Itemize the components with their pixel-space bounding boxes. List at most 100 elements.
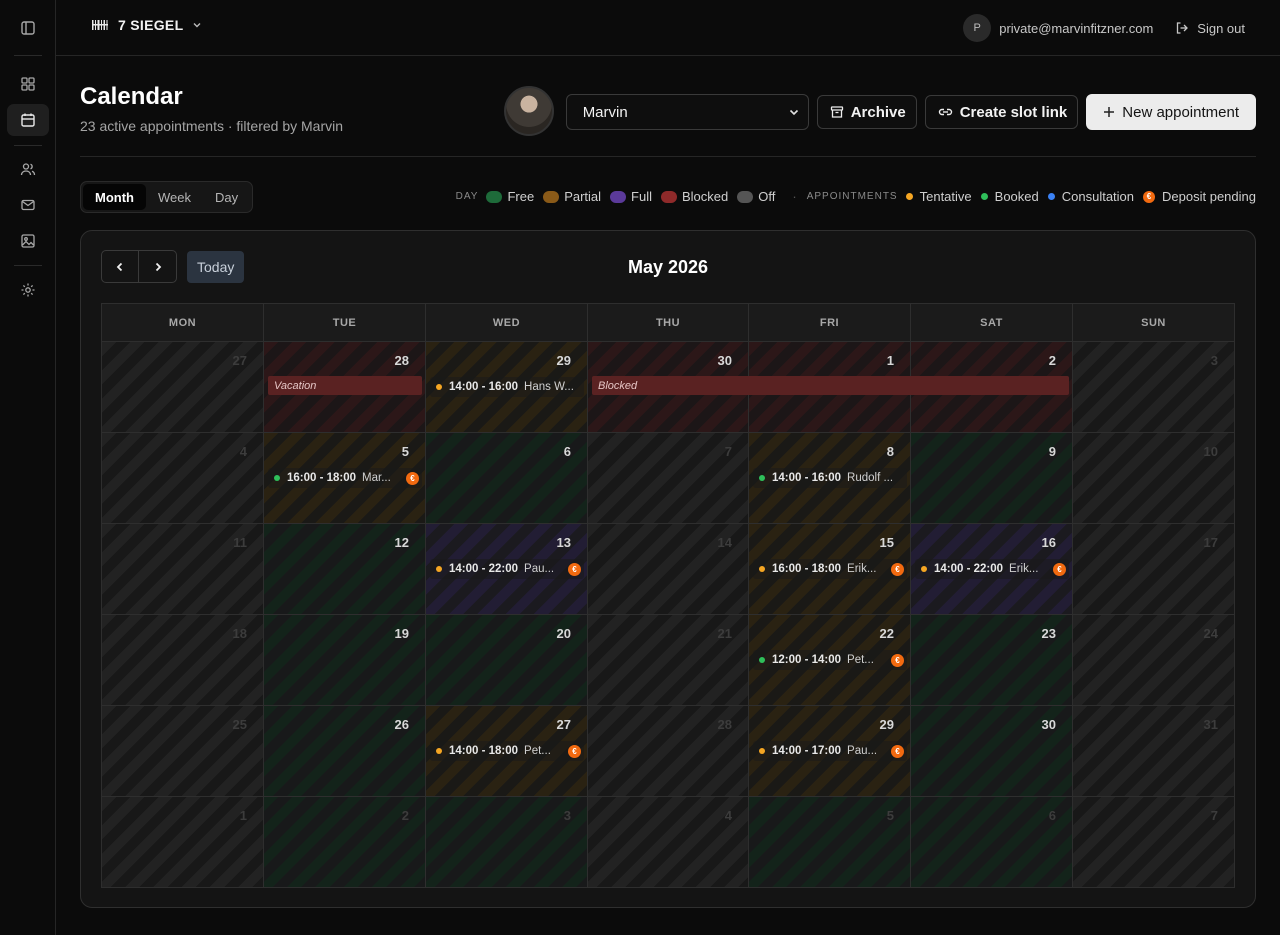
- day-cell[interactable]: 31: [1073, 706, 1235, 797]
- day-cell[interactable]: 1: [102, 797, 264, 888]
- euro-icon: €: [568, 744, 581, 758]
- day-cell[interactable]: 19: [264, 615, 426, 706]
- day-cell[interactable]: 6: [426, 433, 588, 524]
- image-icon[interactable]: [7, 225, 49, 257]
- artist-select[interactable]: Marvin: [565, 94, 809, 130]
- day-number: 21: [717, 626, 732, 641]
- day-number: 4: [239, 444, 247, 459]
- day-cell[interactable]: 21: [588, 615, 749, 706]
- day-cell[interactable]: 2: [264, 797, 426, 888]
- legend-consultation: Consultation: [1047, 189, 1134, 204]
- appointment-client: Rudolf ...: [847, 472, 894, 484]
- sign-out-button[interactable]: Sign out: [1175, 21, 1245, 36]
- settings-icon[interactable]: [7, 274, 49, 306]
- legend-swatch: [486, 190, 503, 203]
- day-cell[interactable]: 27: [102, 342, 264, 433]
- user-email: private@marvinfitzner.com: [999, 20, 1154, 36]
- day-number: 8: [886, 444, 894, 459]
- legend-dot: [1047, 193, 1055, 200]
- create-slot-link-label: Create slot link: [959, 103, 1068, 121]
- appointment-chip[interactable]: 14:00 - 22:00 Pau... €: [430, 559, 584, 579]
- appointment-chip[interactable]: 16:00 - 18:00 Mar... €: [268, 468, 422, 488]
- day-number: 7: [724, 444, 732, 459]
- day-number: 11: [233, 535, 247, 550]
- day-number: 7: [1210, 808, 1218, 823]
- tab-day[interactable]: Day: [203, 184, 250, 210]
- archive-label: Archive: [850, 103, 906, 121]
- day-cell[interactable]: 4: [102, 433, 264, 524]
- legend-swatch: [737, 190, 754, 203]
- status-dot: [759, 748, 765, 754]
- day-number: 6: [1048, 808, 1056, 823]
- header-divider: [80, 156, 1256, 157]
- day-cell[interactable]: 10: [1073, 433, 1235, 524]
- day-cell[interactable]: 7: [1073, 797, 1235, 888]
- day-cell[interactable]: 11: [102, 524, 264, 615]
- day-cell[interactable]: 18: [102, 615, 264, 706]
- appointment-chip[interactable]: 14:00 - 22:00 Erik... €: [915, 559, 1069, 579]
- appointment-client: Pet...: [524, 745, 551, 757]
- day-cell[interactable]: 30: [911, 706, 1073, 797]
- archive-button[interactable]: Archive: [816, 95, 917, 129]
- appointment-client: Pau...: [524, 563, 555, 575]
- link-icon: [938, 108, 952, 116]
- day-number: 1: [239, 808, 247, 823]
- create-slot-link-button[interactable]: Create slot link: [924, 95, 1079, 129]
- brand-switcher[interactable]: 7 SIEGEL: [92, 17, 203, 33]
- appointment-chip[interactable]: 14:00 - 18:00 Pet... €: [430, 741, 584, 761]
- day-cell[interactable]: 17: [1073, 524, 1235, 615]
- new-appointment-button[interactable]: New appointment: [1086, 94, 1256, 130]
- day-cell[interactable]: 4: [588, 797, 749, 888]
- appointment-chip[interactable]: 14:00 - 16:00 Rudolf ...: [753, 468, 907, 488]
- day-cell[interactable]: 5: [749, 797, 911, 888]
- day-cell[interactable]: 24: [1073, 615, 1235, 706]
- dashboard-icon[interactable]: [7, 68, 49, 100]
- chevron-down-icon: [193, 23, 201, 28]
- day-number: 27: [556, 717, 571, 732]
- users-icon[interactable]: [7, 153, 49, 185]
- appointment-chip[interactable]: 16:00 - 18:00 Erik... €: [753, 559, 907, 579]
- blocked-range-bar[interactable]: Vacation: [268, 376, 422, 395]
- day-number: 6: [563, 444, 571, 459]
- appointment-chip[interactable]: 14:00 - 17:00 Pau... €: [753, 741, 907, 761]
- legend-tentative: Tentative: [905, 189, 972, 204]
- month-label: May 2026: [627, 257, 709, 277]
- day-cell[interactable]: 23: [911, 615, 1073, 706]
- day-cell[interactable]: 9: [911, 433, 1073, 524]
- day-cell[interactable]: 25: [102, 706, 264, 797]
- day-number: 30: [1041, 717, 1056, 732]
- day-number: 12: [394, 535, 409, 550]
- legend-label: Full: [631, 189, 652, 204]
- sign-out-icon: [1177, 22, 1189, 34]
- legend-deposit-pending: € Deposit pending: [1143, 189, 1256, 204]
- avatar[interactable]: P: [963, 14, 992, 42]
- archive-icon: [830, 106, 843, 118]
- legend-label: Deposit pending: [1162, 189, 1256, 204]
- toggle-sidebar-icon[interactable]: [7, 12, 49, 44]
- mail-icon[interactable]: [7, 189, 49, 221]
- blocked-range-bar[interactable]: Blocked: [592, 376, 1069, 395]
- day-cell[interactable]: 12: [264, 524, 426, 615]
- day-cell[interactable]: 28: [588, 706, 749, 797]
- day-number: 5: [401, 444, 409, 459]
- day-cell[interactable]: 20: [426, 615, 588, 706]
- day-cell[interactable]: 7: [588, 433, 749, 524]
- day-cell[interactable]: 26: [264, 706, 426, 797]
- tab-month[interactable]: Month: [83, 184, 146, 210]
- calendar-icon[interactable]: [7, 104, 49, 136]
- legend-free: Free: [486, 189, 534, 204]
- day-cell[interactable]: 14: [588, 524, 749, 615]
- month-grid: MON TUE WED THU FRI SAT SUN 27 28 29 30 1 2 3 4 5 6 7 8 9 10…: [101, 303, 1235, 888]
- tab-week[interactable]: Week: [146, 184, 203, 210]
- status-dot: [274, 475, 280, 481]
- weekday-header: WED: [426, 304, 588, 342]
- day-cell[interactable]: 6: [911, 797, 1073, 888]
- rail-divider: [14, 55, 42, 56]
- appointment-chip[interactable]: 14:00 - 16:00 Hans W...: [430, 377, 584, 397]
- legend-day-heading: DAY: [455, 191, 479, 202]
- legend-swatch: [543, 190, 560, 203]
- appointment-chip[interactable]: 12:00 - 14:00 Pet... €: [753, 650, 907, 670]
- day-cell[interactable]: 3: [1073, 342, 1235, 433]
- appointment-time: 14:00 - 22:00: [449, 563, 519, 575]
- day-cell[interactable]: 3: [426, 797, 588, 888]
